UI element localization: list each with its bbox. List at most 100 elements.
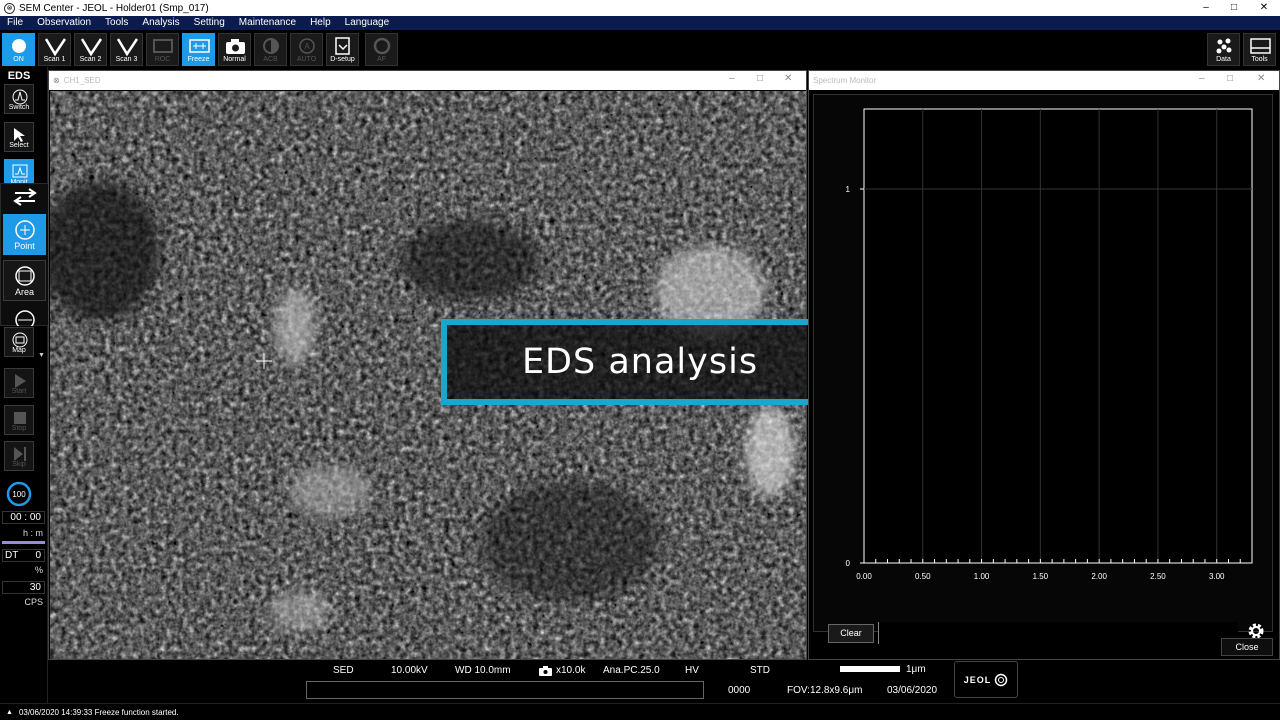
- spectrum-close-x-button[interactable]: ✕: [1257, 73, 1265, 84]
- maximize-button[interactable]: □: [1220, 0, 1248, 16]
- spectrum-minimize-button[interactable]: –: [1199, 73, 1205, 84]
- point-label: Point: [14, 241, 35, 251]
- area-button[interactable]: Area: [3, 260, 46, 301]
- map-button[interactable]: Map: [4, 327, 34, 357]
- normal-button[interactable]: Normal: [218, 33, 251, 66]
- spectrum-monitor-window: Spectrum Monitor – □ ✕ 0.00 0.50 1.00 1.50 2…: [808, 70, 1280, 660]
- menu-language[interactable]: Language: [338, 16, 397, 30]
- detector-readout: SED: [333, 665, 354, 676]
- freeze-button[interactable]: Freeze: [182, 33, 215, 66]
- auto-button[interactable]: A AUTO: [290, 33, 323, 66]
- switch-button[interactable]: Switch: [4, 84, 34, 114]
- stop-button[interactable]: Stop: [4, 405, 34, 435]
- af-icon: [373, 37, 391, 55]
- scan2-label: Scan 2: [79, 56, 102, 63]
- camera-icon: [226, 39, 245, 54]
- expand-icon[interactable]: ▲: [6, 709, 13, 716]
- on-button[interactable]: ON: [2, 33, 35, 66]
- y-tick-label: 1: [846, 185, 851, 194]
- af-label: AF: [377, 56, 386, 63]
- channel-icon: ⊗: [53, 76, 60, 85]
- select-label: Select: [9, 142, 29, 149]
- eds-panel: EDS Switch Select Monit Map ▼ Start Stop…: [0, 67, 48, 703]
- scan3-button[interactable]: Scan 3: [110, 33, 143, 66]
- eds-panel-title: EDS: [7, 70, 31, 82]
- image-minimize-button[interactable]: –: [729, 73, 735, 84]
- start-label: Start: [11, 388, 27, 395]
- menu-maintenance[interactable]: Maintenance: [232, 16, 303, 30]
- acb-label: ACB: [263, 56, 278, 63]
- x-tick-label: 3.00: [1209, 572, 1225, 581]
- comment-field[interactable]: [306, 681, 704, 699]
- stop-icon: [14, 412, 26, 424]
- camera-icon: [539, 666, 552, 676]
- spectrum-maximize-button[interactable]: □: [1227, 73, 1233, 84]
- point-button[interactable]: Point: [3, 214, 46, 255]
- toolbar: ON Scan 1 Scan 2 Scan 3 ROC Freeze Norma…: [0, 30, 1280, 67]
- jeol-logo: JEOL: [954, 661, 1018, 698]
- menu-setting[interactable]: Setting: [187, 16, 232, 30]
- image-maximize-button[interactable]: □: [757, 73, 763, 84]
- acb-button[interactable]: ACB: [254, 33, 287, 66]
- cursor-icon: [14, 128, 25, 142]
- menu-help[interactable]: Help: [303, 16, 338, 30]
- close-window-button[interactable]: ✕: [1250, 0, 1278, 16]
- vacuum-readout: HV: [685, 665, 699, 676]
- scan-icon: [45, 38, 67, 57]
- counter-readout: 0000: [728, 685, 751, 696]
- crosshair-icon: [15, 220, 35, 240]
- tools-button[interactable]: Tools: [1243, 33, 1276, 66]
- spectrum-icon: [12, 89, 28, 105]
- af-button[interactable]: AF: [365, 33, 398, 66]
- svg-text:A: A: [304, 42, 310, 51]
- d-setup-label: D-setup: [330, 56, 355, 63]
- line-scan-icon[interactable]: [13, 308, 37, 326]
- on-label: ON: [13, 56, 24, 63]
- tools-label: Tools: [1251, 56, 1268, 63]
- freeze-icon: [189, 39, 210, 53]
- app-icon: ⊗: [4, 2, 15, 14]
- menu-analysis[interactable]: Analysis: [135, 16, 186, 30]
- plot-frame: [863, 108, 1253, 564]
- close-button[interactable]: Close: [1221, 638, 1273, 656]
- spectrum-label-field[interactable]: [878, 622, 1238, 644]
- menu-bar: File Observation Tools Analysis Setting …: [0, 16, 1280, 30]
- progress-ring: 100: [6, 481, 32, 507]
- scan1-button[interactable]: Scan 1: [38, 33, 71, 66]
- scan-icon: [117, 38, 139, 57]
- data-button[interactable]: Data: [1207, 33, 1240, 66]
- image-close-button[interactable]: ✕: [784, 73, 792, 84]
- scale-bar: [840, 666, 900, 672]
- scan2-button[interactable]: Scan 2: [74, 33, 107, 66]
- wd-readout: WD 10.0mm: [455, 665, 511, 676]
- spectrum-chart[interactable]: 0.00 0.50 1.00 1.50 2.00 2.50 3.00 0 1: [814, 95, 1272, 595]
- monitor-icon: [12, 164, 28, 178]
- menu-tools[interactable]: Tools: [98, 16, 135, 30]
- select-button[interactable]: Select: [4, 122, 34, 152]
- probe-current-readout: Ana.PC.25.0: [603, 665, 660, 676]
- map-dropdown-icon[interactable]: ▼: [38, 352, 45, 359]
- play-icon: [15, 374, 26, 388]
- start-button[interactable]: Start: [4, 368, 34, 398]
- skip-button[interactable]: Skip: [4, 441, 34, 471]
- spectrum-panel: 0.00 0.50 1.00 1.50 2.00 2.50 3.00 0 1 Clear: [813, 94, 1273, 644]
- clear-button[interactable]: Clear: [828, 624, 874, 643]
- d-setup-button[interactable]: D-setup: [326, 33, 359, 66]
- auto-label: AUTO: [296, 56, 317, 63]
- swap-icon[interactable]: [13, 188, 37, 206]
- auto-icon: A: [299, 38, 315, 54]
- map-label: Map: [12, 347, 26, 354]
- minimize-button[interactable]: –: [1192, 0, 1220, 16]
- contrast-icon: [263, 38, 279, 54]
- title-bar: ⊗ SEM Center - JEOL - Holder01 (Smp_017)…: [0, 0, 1280, 16]
- menu-observation[interactable]: Observation: [30, 16, 98, 30]
- data-label: Data: [1216, 56, 1231, 63]
- x-tick-label: 0.50: [915, 572, 931, 581]
- area-icon: [15, 266, 35, 286]
- spectrum-window-header: Spectrum Monitor – □ ✕: [809, 71, 1279, 90]
- normal-label: Normal: [223, 56, 246, 63]
- menu-file[interactable]: File: [0, 16, 30, 30]
- roc-button[interactable]: ROC: [146, 33, 179, 66]
- date-readout: 03/06/2020: [887, 685, 938, 696]
- message-bar: ▲ 03/06/2020 14:39:33 Freeze function st…: [0, 703, 1280, 720]
